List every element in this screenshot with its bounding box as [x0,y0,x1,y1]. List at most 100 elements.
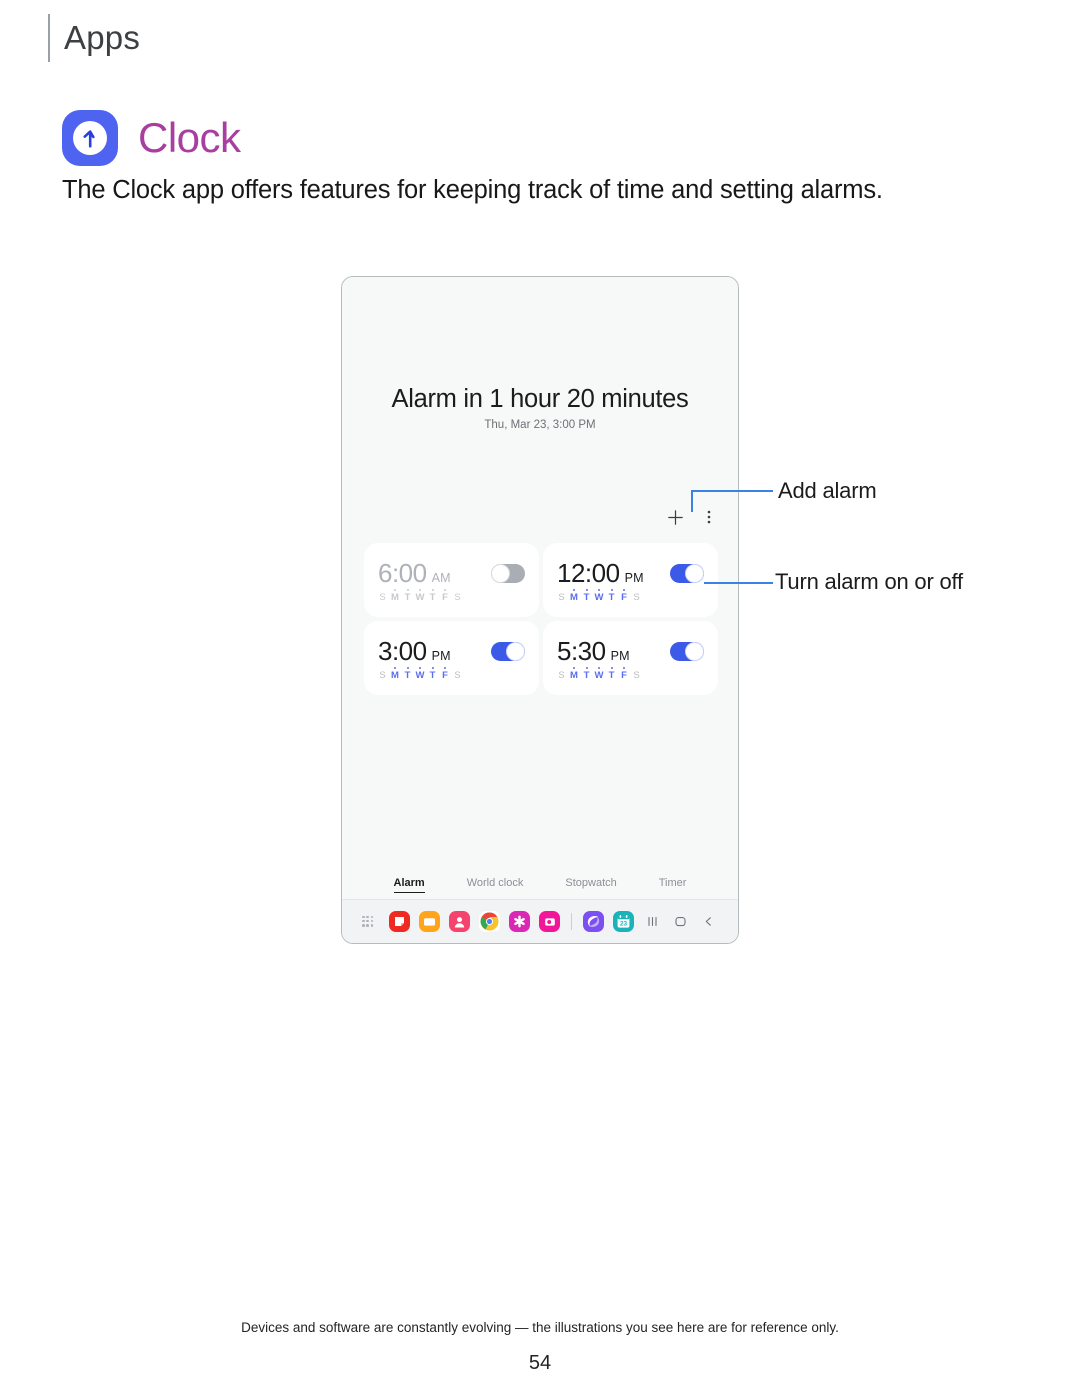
alarm-card[interactable]: 3:00 PM S M T W T F S [364,621,539,695]
alarm-card[interactable]: 5:30 PM S M T W T F S [543,621,718,695]
add-alarm-button[interactable] [664,506,686,528]
alarm-day: T [404,592,411,603]
alarm-days: S M T W T F S [378,671,462,681]
alarm-day: F [621,592,627,603]
alarm-toggle[interactable] [670,642,704,661]
alarm-day: T [429,592,436,603]
contacts-icon[interactable] [449,911,470,932]
toggle-knob [491,564,510,583]
footer-note: Devices and software are constantly evol… [241,1320,839,1335]
calendar-icon[interactable]: 23 [613,911,634,932]
alarm-day: S [379,670,386,681]
alarm-day: S [558,592,565,603]
tab-alarm[interactable]: Alarm [393,877,425,893]
alarm-day: T [608,670,615,681]
toggle-knob [685,564,704,583]
tab-world-clock[interactable]: World clock [467,877,524,893]
alarm-time-line: 6:00 AM [378,560,462,586]
samsung-internet-icon[interactable] [583,911,604,932]
samsung-notes-icon[interactable] [389,911,410,932]
alarm-meridiem: PM [431,649,451,663]
alarm-day: S [454,670,461,681]
alarm-time-block: 5:30 PM S M T W T F S [557,638,641,681]
alarm-time: 3:00 [378,636,427,666]
instagram-icon[interactable] [539,911,560,932]
alarm-days: S M T W T F S [557,671,641,681]
clock-dial [73,121,107,155]
header-divider [48,14,50,62]
alarm-day: W [415,592,425,603]
alarm-time-line: 5:30 PM [557,638,641,664]
alarm-day: F [621,670,627,681]
alarm-day: T [583,592,590,603]
page-number: 54 [528,1352,552,1374]
apps-grid-icon[interactable] [362,915,374,928]
alarm-day: W [415,670,425,681]
alarm-day: W [594,670,604,681]
my-files-icon[interactable] [419,911,440,932]
alarm-days: S M T W T F S [378,593,462,603]
alarm-time-block: 6:00 AM S M T W T F S [378,560,462,603]
app-description: The Clock app offers features for keepin… [62,176,883,204]
toggle-knob [506,642,525,661]
tab-timer[interactable]: Timer [659,877,687,893]
alarm-toggle[interactable] [491,642,525,661]
alarm-toggle[interactable] [670,564,704,583]
alarm-day: T [404,670,411,681]
alarm-time-line: 3:00 PM [378,638,462,664]
alarm-time: 5:30 [557,636,606,666]
alarm-day: S [633,670,640,681]
alarm-days: S M T W T F S [557,593,644,603]
page-header: Apps [48,14,140,62]
alarm-card[interactable]: 6:00 AM S M T W T F S [364,543,539,617]
callout-label-add-alarm: Add alarm [778,478,877,503]
alarm-time-line: 12:00 PM [557,560,644,586]
more-options-button[interactable] [698,506,720,528]
toggle-knob [685,642,704,661]
back-button[interactable] [699,912,718,931]
tablet-screen: Alarm in 1 hour 20 minutes Thu, Mar 23, … [342,277,738,943]
alarm-time-block: 3:00 PM S M T W T F S [378,638,462,681]
alarm-time-block: 12:00 PM S M T W T F S [557,560,644,603]
section-header: Apps [64,19,141,56]
tab-stopwatch[interactable]: Stopwatch [565,877,616,893]
callout-line-add-alarm-vertical [691,490,693,512]
alarm-day: S [379,592,386,603]
clock-icon [62,110,118,166]
alarm-day: M [570,670,578,681]
alarm-time: 6:00 [378,558,427,588]
alarm-day: W [594,592,604,603]
app-name: Clock [138,114,241,161]
callout-label-toggle: Turn alarm on or off [775,569,963,594]
alarm-meridiem: PM [624,571,644,585]
svg-text:23: 23 [620,921,628,928]
alarm-card[interactable]: 12:00 PM S M T W T F S [543,543,718,617]
alarm-headline: Alarm in 1 hour 20 minutes [391,385,689,413]
alarm-meridiem: AM [431,571,451,585]
clock-tab-bar: Alarm World clock Stopwatch Timer [342,877,738,893]
alarm-day: S [633,592,640,603]
alarm-day: T [608,592,615,603]
alarm-day: S [454,592,461,603]
recents-button[interactable] [643,912,662,931]
alarm-day: F [442,592,448,603]
alarm-toggle[interactable] [491,564,525,583]
callout-line-toggle [704,582,773,584]
alarm-grid: 6:00 AM S M T W T F S 12:00 PM S M T W T… [364,543,718,695]
alarm-day: T [583,670,590,681]
taskbar-divider [571,913,572,930]
alarm-day: M [570,592,578,603]
alarm-day: M [391,592,399,603]
alarm-day: S [558,670,565,681]
alarm-day: T [429,670,436,681]
callout-line-add-alarm-horizontal [691,490,773,492]
galaxy-store-icon[interactable] [509,911,530,932]
tablet-device-frame: Alarm in 1 hour 20 minutes Thu, Mar 23, … [341,276,739,944]
app-title-row: Clock [62,110,241,166]
home-button[interactable] [671,912,690,931]
alarm-time: 12:00 [557,558,620,588]
alarm-day: M [391,670,399,681]
alarm-subline: Thu, Mar 23, 3:00 PM [484,419,596,431]
chrome-icon[interactable] [479,911,500,932]
system-taskbar: 23 [342,899,738,943]
